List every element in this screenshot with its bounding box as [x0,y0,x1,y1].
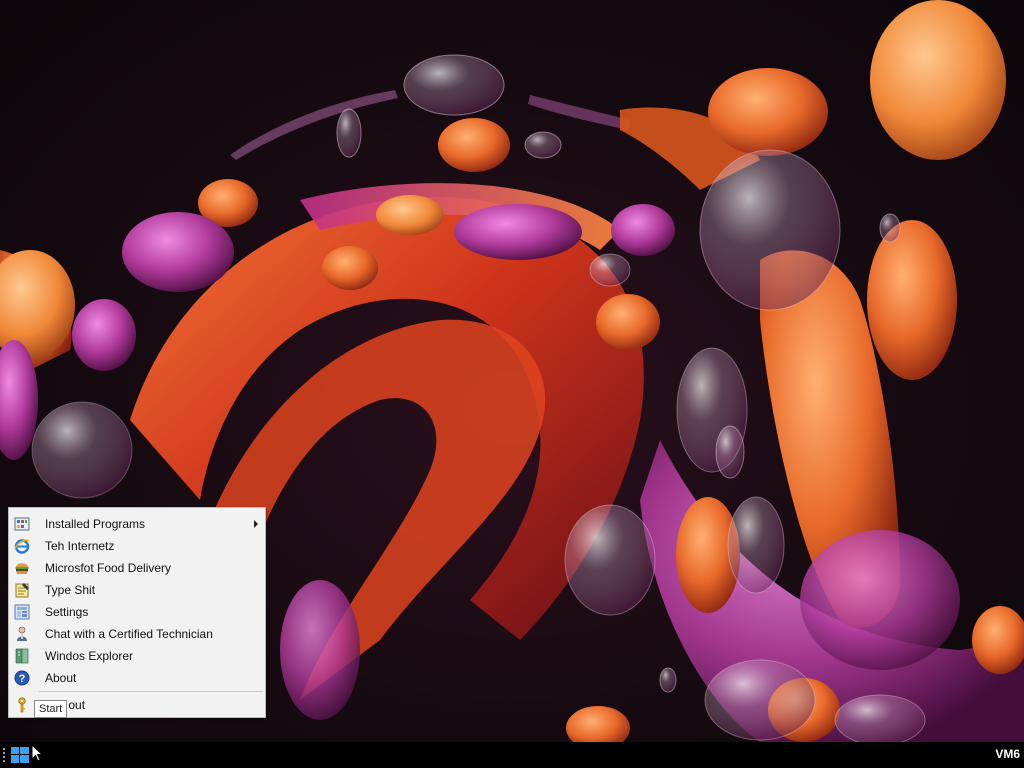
menu-item-label: Windos Explorer [45,649,134,663]
menu-item-about[interactable]: ? About [9,667,265,689]
menu-item-food-delivery[interactable]: Microsfot Food Delivery [9,557,265,579]
notepad-icon [14,582,30,598]
menu-item-label: Chat with a Certified Technician [45,627,213,641]
menu-item-label: Type Shit [45,583,96,597]
menu-item-label: Teh Internetz [45,539,115,553]
mouse-cursor-icon [31,744,43,762]
menu-item-windos-explorer[interactable]: Windos Explorer [9,645,265,667]
start-tooltip: Start [34,700,68,718]
vm-label: VM6 [995,747,1020,761]
help-icon: ? [14,670,30,686]
start-menu: Installed Programs Teh Internetz Microsf… [8,507,266,718]
menu-item-settings[interactable]: Settings [9,601,265,623]
taskbar-grip[interactable] [3,748,5,762]
svg-text:?: ? [19,673,26,685]
burger-icon [14,560,30,576]
submenu-arrow-icon [254,520,258,528]
menu-item-chat-technician[interactable]: Chat with a Certified Technician [9,623,265,645]
taskbar: VM6 [0,742,1024,768]
key-icon [14,697,30,713]
menu-item-label: Microsfot Food Delivery [45,561,172,575]
programs-icon [14,516,30,532]
menu-item-type-shit[interactable]: Type Shit [9,579,265,601]
menu-item-teh-internetz[interactable]: Teh Internetz [9,535,265,557]
menu-item-label: Installed Programs [45,517,146,531]
windows-logo-icon [11,747,29,763]
menu-separator [39,691,263,692]
explorer-icon [14,648,30,664]
menu-item-label: Settings [45,605,89,619]
menu-item-label: About [45,671,77,685]
start-button[interactable] [9,745,31,765]
internet-explorer-icon [14,538,30,554]
technician-icon [14,626,30,642]
settings-icon [14,604,30,620]
menu-item-installed-programs[interactable]: Installed Programs [9,513,265,535]
